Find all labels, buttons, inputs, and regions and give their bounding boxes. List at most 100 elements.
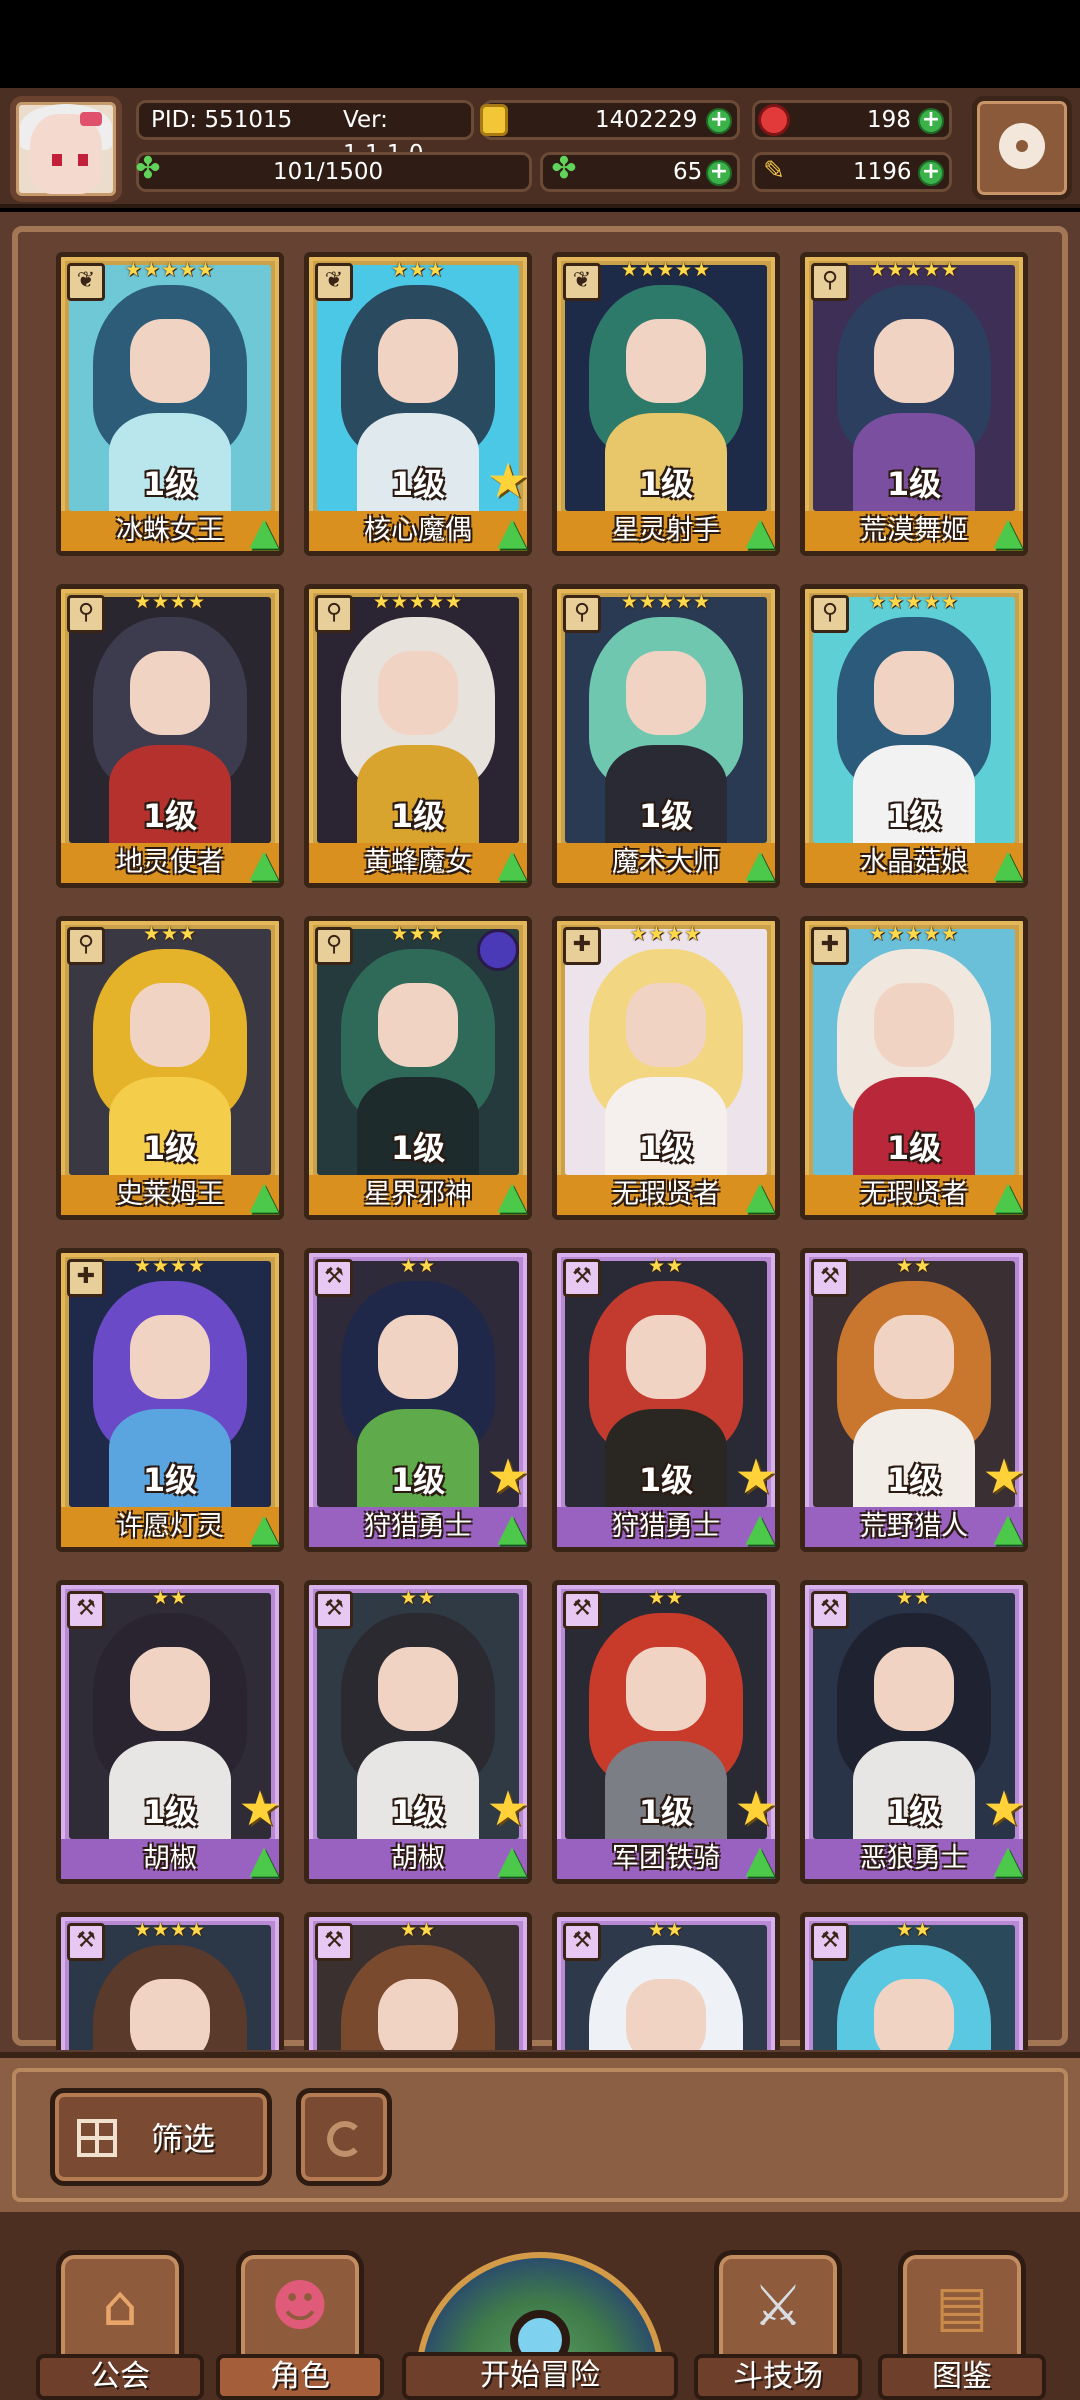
character-card[interactable]: ★★★ ⚲ 1级 星界邪神 ▲ [304, 916, 532, 1220]
character-card[interactable]: ★★★★★ ⚲ 1级 荒漠舞姬 ▲ [800, 252, 1028, 556]
character-card[interactable]: ★★★★★ ⚲ 1级 水晶菇娘 ▲ [800, 584, 1028, 888]
character-card[interactable]: ★★★★ ✚ 1级 无瑕贤者 ▲ [552, 916, 780, 1220]
axe-class-icon: ⚒ [811, 1923, 849, 1961]
wand-class-icon: ⚲ [563, 595, 601, 633]
character-card[interactable]: ★★ ⚒ 1级 ★ 恶狼勇士 ▲ [800, 1580, 1028, 1884]
exp-bar: 101/1500 [136, 152, 532, 192]
player-avatar[interactable] [10, 96, 122, 202]
character-card[interactable]: ★★ ⚒ [304, 1912, 532, 2050]
character-card[interactable]: ★★★★ ⚒ [56, 1912, 284, 2050]
star-badge-icon: ★ [734, 1781, 778, 1837]
upgrade-arrow-icon[interactable]: ▲ [987, 512, 1029, 555]
portrait-face [873, 1979, 955, 2050]
upgrade-arrow-icon[interactable]: ▲ [739, 1508, 781, 1551]
character-card[interactable]: ★★★★★ ⚲ 1级 魔术大师 ▲ [552, 584, 780, 888]
character-card[interactable]: ★★ ⚒ 1级 ★ 胡椒 ▲ [304, 1580, 532, 1884]
upgrade-arrow-icon[interactable]: ▲ [243, 1176, 285, 1219]
upgrade-arrow-icon[interactable]: ▲ [491, 1176, 533, 1219]
add-clover-button[interactable]: + [706, 160, 732, 186]
character-card[interactable]: ★★ ⚒ [552, 1912, 780, 2050]
add-bone-button[interactable]: + [918, 160, 944, 186]
upgrade-arrow-icon[interactable]: ▲ [739, 512, 781, 555]
upgrade-arrow-icon[interactable]: ▲ [739, 1840, 781, 1883]
clover-currency-icon: ✤ [551, 151, 577, 186]
refresh-icon [327, 2121, 363, 2157]
upgrade-arrow-icon[interactable]: ▲ [491, 844, 533, 887]
upgrade-arrow-icon[interactable]: ▲ [491, 512, 533, 555]
character-card[interactable]: ★★★★★ ⚲ 1级 黄蜂魔女 ▲ [304, 584, 532, 888]
character-card[interactable]: ★★★★ ⚲ 1级 地灵使者 ▲ [56, 584, 284, 888]
start-adventure-label: 开始冒险 [402, 2352, 678, 2400]
gem-icon [758, 104, 790, 136]
clover-value: 65 [673, 159, 703, 185]
axe-class-icon: ⚒ [811, 1591, 849, 1629]
nav-codex[interactable]: ▤ 图鉴 [878, 2250, 1046, 2400]
cross-class-icon: ✚ [67, 1259, 105, 1297]
character-card[interactable]: ★★ ⚒ 1级 ★ 军团铁骑 ▲ [552, 1580, 780, 1884]
gold-panel: 1402229 [482, 100, 740, 140]
settings-button[interactable] [972, 96, 1072, 200]
character-level: 1级 [390, 1129, 446, 1167]
nav-arena[interactable]: ⚔ 斗技场 [694, 2250, 862, 2400]
character-card[interactable]: ★★★★★ ✚ 1级 无瑕贤者 ▲ [800, 916, 1028, 1220]
add-gold-button[interactable]: + [706, 108, 732, 134]
character-level: 1级 [638, 1129, 694, 1167]
upgrade-arrow-icon[interactable]: ▲ [491, 1508, 533, 1551]
portrait-face [377, 983, 459, 1067]
nav-arena-label: 斗技场 [694, 2354, 862, 2400]
character-card[interactable]: ★★★★★ ❦ 1级 星灵射手 ▲ [552, 252, 780, 556]
upgrade-arrow-icon[interactable]: ▲ [987, 1840, 1029, 1883]
upgrade-arrow-icon[interactable]: ▲ [243, 1840, 285, 1883]
start-adventure-button[interactable]: 开始冒险 [402, 2252, 678, 2400]
upgrade-arrow-icon[interactable]: ▲ [243, 1508, 285, 1551]
filter-button[interactable]: 筛选 [50, 2088, 272, 2186]
nav-guild[interactable]: ⌂ 公会 [36, 2250, 204, 2400]
upgrade-arrow-icon[interactable]: ▲ [987, 1508, 1029, 1551]
character-level: 1级 [142, 797, 198, 835]
avatar-bow [80, 112, 102, 126]
upgrade-arrow-icon[interactable]: ▲ [243, 512, 285, 555]
character-level: 1级 [142, 1129, 198, 1167]
portrait-face [873, 651, 955, 735]
character-card[interactable]: ★★★★★ ❦ 1级 冰蛛女王 ▲ [56, 252, 284, 556]
gold-value: 1402229 [595, 107, 698, 133]
wand-class-icon: ⚲ [67, 595, 105, 633]
upgrade-arrow-icon[interactable]: ▲ [739, 1176, 781, 1219]
character-card[interactable]: ★★★★ ✚ 1级 许愿灯灵 ▲ [56, 1248, 284, 1552]
character-card[interactable]: ★★ ⚒ 1级 ★ 狩猎勇士 ▲ [552, 1248, 780, 1552]
character-level: 1级 [638, 465, 694, 503]
star-badge-icon: ★ [486, 1781, 530, 1837]
character-card[interactable]: ★★ ⚒ 1级 ★ 胡椒 ▲ [56, 1580, 284, 1884]
star-badge-icon: ★ [238, 1781, 282, 1837]
wand-class-icon: ⚲ [811, 595, 849, 633]
avatar-eye [78, 154, 88, 166]
axe-class-icon: ⚒ [563, 1259, 601, 1297]
nav-character[interactable]: ☻ 角色 [216, 2250, 384, 2400]
portrait-face [377, 319, 459, 403]
upgrade-arrow-icon[interactable]: ▲ [491, 1840, 533, 1883]
character-card[interactable]: ★★ ⚒ 1级 ★ 狩猎勇士 ▲ [304, 1248, 532, 1552]
upgrade-arrow-icon[interactable]: ▲ [987, 844, 1029, 887]
character-card[interactable]: ★★ ⚒ 1级 ★ 荒野猎人 ▲ [800, 1248, 1028, 1552]
portrait-face [625, 651, 707, 735]
leaf-class-icon: ❦ [563, 263, 601, 301]
star-badge-icon: ★ [486, 453, 530, 509]
bone-icon: ✎ [763, 156, 785, 186]
filter-bar: 筛选 [0, 2052, 1080, 2212]
axe-class-icon: ⚒ [315, 1259, 353, 1297]
portrait-face [129, 1979, 211, 2050]
portrait-face [625, 1315, 707, 1399]
add-gem-button[interactable]: + [918, 108, 944, 134]
character-card[interactable]: ★★ ⚒ [800, 1912, 1028, 2050]
leaf-class-icon: ❦ [315, 263, 353, 301]
character-card[interactable]: ★★★ ⚲ 1级 史莱姆王 ▲ [56, 916, 284, 1220]
upgrade-arrow-icon[interactable]: ▲ [243, 844, 285, 887]
reset-filter-button[interactable] [296, 2088, 392, 2186]
character-grid[interactable]: ★★★★★ ❦ 1级 冰蛛女王 ▲ ★★★ ❦ 1级 ★ 核心魔偶 ▲ ★★★★★ ❦ 1级 星灵射手 ▲ ★★… [40, 252, 1040, 2050]
upgrade-arrow-icon[interactable]: ▲ [739, 844, 781, 887]
character-level: 1级 [142, 465, 198, 503]
upgrade-arrow-icon[interactable]: ▲ [987, 1176, 1029, 1219]
element-orb-icon [477, 929, 519, 971]
filter-label: 筛选 [151, 2120, 216, 2158]
character-card[interactable]: ★★★ ❦ 1级 ★ 核心魔偶 ▲ [304, 252, 532, 556]
